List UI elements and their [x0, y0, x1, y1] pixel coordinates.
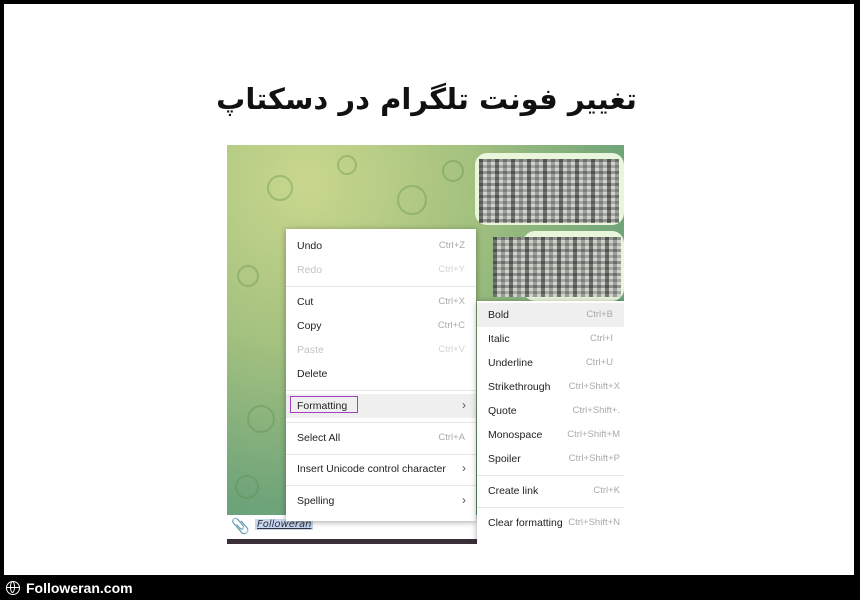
- menu-item-label: Delete: [297, 368, 328, 380]
- menu-separator: [286, 454, 476, 455]
- article-card: تغییر فونت تلگرام در دسکتاپ 📎 Followeran: [4, 4, 854, 575]
- pixelated-message: [479, 159, 619, 223]
- doodle: [337, 155, 357, 175]
- menu-item-label: Spoiler: [488, 453, 521, 465]
- menu-item-spoiler[interactable]: Spoiler Ctrl+Shift+P: [477, 447, 624, 471]
- menu-item-monospace[interactable]: Monospace Ctrl+Shift+M: [477, 423, 624, 447]
- message-bubble: [493, 231, 624, 301]
- menu-item-label: Italic: [488, 333, 510, 345]
- menu-item-shortcut: Ctrl+C: [437, 320, 465, 331]
- chevron-right-icon: ›: [462, 398, 466, 412]
- brand-link[interactable]: Followeran.com: [26, 580, 133, 596]
- doodle: [442, 160, 464, 182]
- menu-separator: [286, 422, 476, 423]
- menu-item-shortcut: Ctrl+Z: [438, 240, 465, 251]
- menu-item-label: Clear formatting: [488, 517, 563, 529]
- menu-item-shortcut: Ctrl+Shift+X: [568, 381, 620, 392]
- menu-item-label: Select All: [297, 432, 341, 444]
- doodle: [237, 265, 259, 287]
- menu-item-label: Paste: [297, 344, 324, 356]
- menu-item-paste[interactable]: Paste Ctrl+V: [286, 338, 476, 362]
- menu-item-cut[interactable]: Cut Ctrl+X: [286, 290, 476, 314]
- menu-item-select-all[interactable]: Select All Ctrl+A: [286, 426, 476, 450]
- doodle: [397, 185, 427, 215]
- menu-separator: [477, 507, 624, 508]
- menu-item-label: Redo: [297, 264, 323, 276]
- message-bubble: [475, 153, 624, 225]
- menu-item-label: Insert Unicode control character: [297, 463, 446, 475]
- menu-item-shortcut: Ctrl+V: [438, 344, 465, 355]
- chevron-right-icon: ›: [462, 461, 466, 475]
- menu-separator: [286, 390, 476, 391]
- menu-separator: [286, 286, 476, 287]
- menu-item-label: Underline: [488, 357, 533, 369]
- menu-item-label: Cut: [297, 296, 314, 308]
- menu-item-redo[interactable]: Redo Ctrl+Y: [286, 258, 476, 282]
- menu-item-create-link[interactable]: Create link Ctrl+K: [477, 479, 624, 503]
- telegram-screenshot: 📎 Followeran Undo Ctrl+Z Redo Ctrl+Y Cut…: [227, 145, 624, 544]
- menu-item-shortcut: Ctrl+I: [590, 333, 613, 344]
- menu-separator: [477, 475, 624, 476]
- menu-item-shortcut: Ctrl+K: [593, 485, 620, 496]
- menu-item-shortcut: Ctrl+X: [438, 296, 465, 307]
- globe-icon: [6, 581, 20, 595]
- menu-item-formatting[interactable]: Formatting ›: [286, 394, 476, 418]
- page-title: تغییر فونت تلگرام در دسکتاپ: [216, 82, 637, 116]
- menu-item-italic[interactable]: Italic Ctrl+I: [477, 327, 624, 351]
- menu-item-label: Spelling: [297, 495, 335, 507]
- menu-item-shortcut: Ctrl+Shift+N: [568, 517, 620, 528]
- doodle: [267, 175, 293, 201]
- menu-item-label: Quote: [488, 405, 517, 417]
- menu-item-shortcut: Ctrl+Shift+P: [568, 453, 620, 464]
- menu-item-shortcut: Ctrl+B: [586, 309, 613, 320]
- menu-item-label: Monospace: [488, 429, 543, 441]
- menu-item-label: Copy: [297, 320, 322, 332]
- menu-item-spelling[interactable]: Spelling ›: [286, 489, 476, 513]
- menu-item-label: Undo: [297, 240, 323, 252]
- menu-item-quote[interactable]: Quote Ctrl+Shift+.: [477, 399, 624, 423]
- menu-item-copy[interactable]: Copy Ctrl+C: [286, 314, 476, 338]
- menu-item-shortcut: Ctrl+Shift+.: [572, 405, 620, 416]
- menu-item-clear-formatting[interactable]: Clear formatting Ctrl+Shift+N: [477, 511, 624, 535]
- menu-item-label: Formatting: [297, 400, 348, 412]
- menu-item-shortcut: Ctrl+Y: [438, 264, 465, 275]
- chevron-right-icon: ›: [462, 493, 466, 507]
- doodle: [235, 475, 259, 499]
- menu-item-shortcut: Ctrl+Shift+M: [567, 429, 620, 440]
- menu-item-label: Strikethrough: [488, 381, 551, 393]
- doodle: [247, 405, 275, 433]
- menu-item-insert-unicode[interactable]: Insert Unicode control character ›: [286, 457, 476, 481]
- menu-separator: [286, 485, 476, 486]
- pixelated-message: [493, 237, 621, 297]
- menu-item-shortcut: Ctrl+A: [438, 432, 465, 443]
- menu-item-shortcut: Ctrl+U: [585, 357, 613, 368]
- menu-item-undo[interactable]: Undo Ctrl+Z: [286, 234, 476, 258]
- menu-item-underline[interactable]: Underline Ctrl+U: [477, 351, 624, 375]
- context-menu: Undo Ctrl+Z Redo Ctrl+Y Cut Ctrl+X Copy …: [286, 229, 476, 521]
- menu-item-strikethrough[interactable]: Strikethrough Ctrl+Shift+X: [477, 375, 624, 399]
- menu-item-bold[interactable]: Bold Ctrl+B: [477, 303, 624, 327]
- menu-item-label: Create link: [488, 485, 539, 497]
- menu-item-delete[interactable]: Delete: [286, 362, 476, 386]
- formatting-submenu: Bold Ctrl+B Italic Ctrl+I Underline Ctrl…: [477, 301, 624, 544]
- menu-item-label: Bold: [488, 309, 510, 321]
- paperclip-icon[interactable]: 📎: [231, 518, 250, 534]
